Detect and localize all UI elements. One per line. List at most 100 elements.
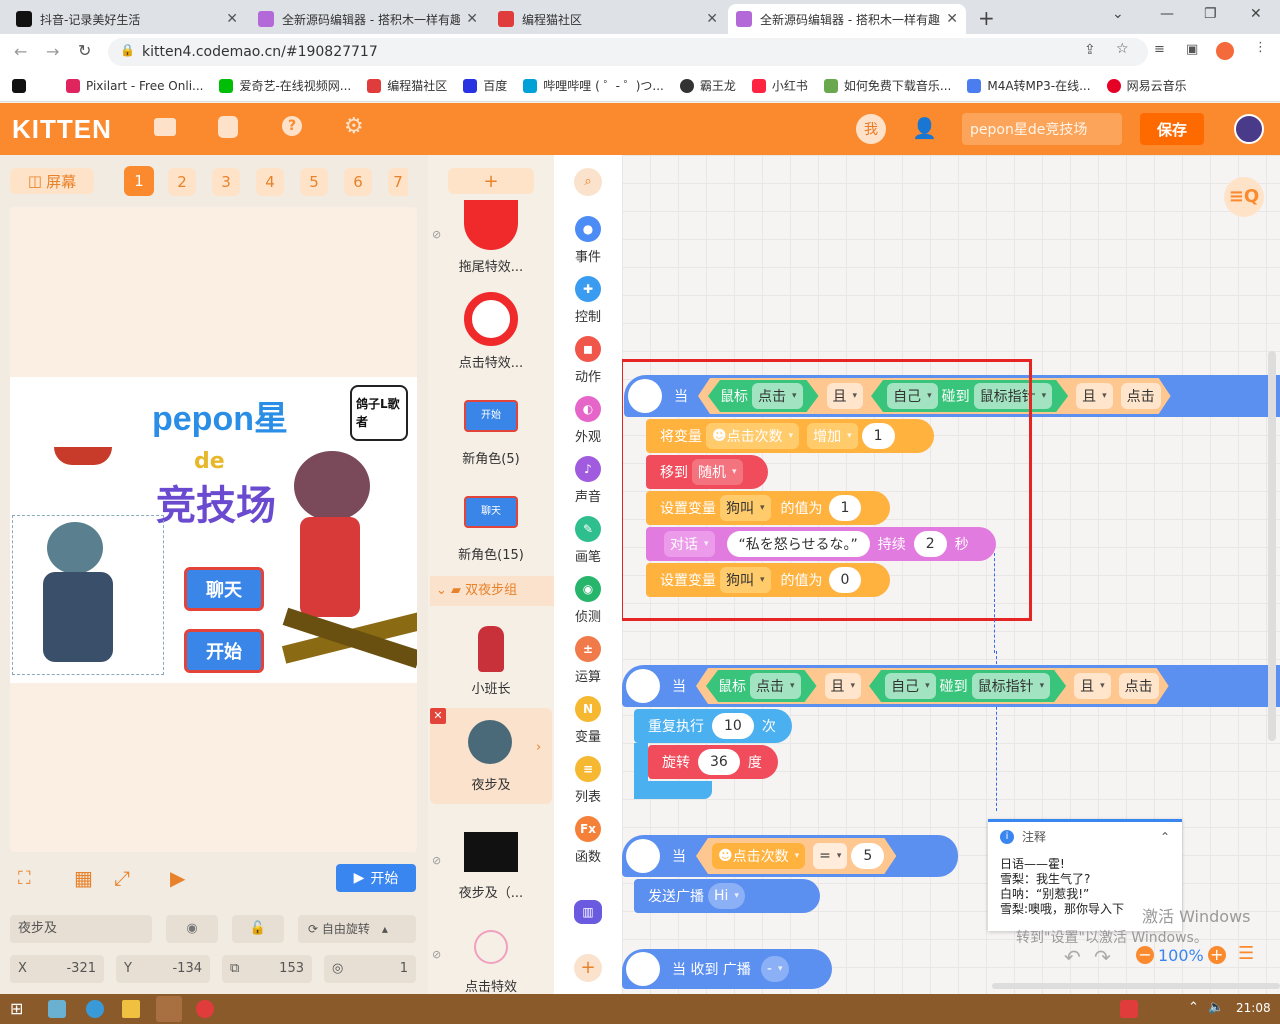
delete-sprite-icon[interactable]: ✕ xyxy=(430,708,446,724)
stage-chat-button[interactable]: 聊天 xyxy=(184,567,264,611)
horizontal-scrollbar[interactable] xyxy=(992,983,1280,989)
app-icon[interactable] xyxy=(48,1000,66,1018)
vertical-scrollbar[interactable] xyxy=(1268,351,1276,741)
new-tab-button[interactable]: + xyxy=(978,6,995,30)
sprite-item[interactable]: 开始 新角色(5) xyxy=(428,392,554,472)
compare-dropdown[interactable]: = ▾ xyxy=(813,843,847,869)
bookmark[interactable]: 网易云音乐 xyxy=(1106,77,1187,94)
screen-tab-5[interactable]: 5 xyxy=(300,168,328,196)
profile-icon[interactable] xyxy=(1216,42,1234,60)
compare-value-input[interactable]: 5 xyxy=(851,843,884,869)
stage-canvas[interactable]: pepon星 de 竞技场 鸽子L歌者 聊天 开始 xyxy=(10,207,417,852)
sprite-name-input[interactable]: 夜步及 xyxy=(10,915,152,943)
pointer-dropdown[interactable]: 鼠标指针 ▾ xyxy=(972,673,1051,699)
screen-tab-4[interactable]: 4 xyxy=(256,168,284,196)
category-1[interactable]: ✚ 控制 xyxy=(560,276,616,325)
tidy-icon[interactable]: ☰ xyxy=(1238,943,1254,964)
click-var[interactable]: 点击 xyxy=(1119,673,1159,699)
save-button[interactable]: 保存 xyxy=(1140,113,1204,145)
screen-tab-7[interactable]: 7 xyxy=(388,168,408,196)
windows-start-icon[interactable]: ⊞ xyxy=(10,999,23,1018)
file-explorer-icon[interactable] xyxy=(122,1000,140,1018)
bookmark[interactable]: 如何免费下载音乐... xyxy=(823,77,951,94)
settings-icon[interactable]: ⚙ xyxy=(344,114,364,139)
category-7[interactable]: ± 运算 xyxy=(560,636,616,685)
girl-sprite-body[interactable] xyxy=(300,517,360,617)
extension-icon[interactable]: ▥ xyxy=(574,900,602,924)
bookmark[interactable]: 小红书 xyxy=(751,77,808,94)
when-hat-block[interactable]: 当 ☻ 点击次数 ▾ = ▾ 5 xyxy=(622,835,958,877)
netease-icon[interactable] xyxy=(196,1000,214,1018)
sprite-group[interactable]: ⌄ ▰ 双夜步组 xyxy=(430,576,554,606)
volume-icon[interactable]: 🔈 xyxy=(1208,1000,1224,1015)
bookmark[interactable]: 编程猫社区 xyxy=(367,77,447,94)
stage-start-button[interactable]: 开始 xyxy=(184,629,264,673)
category-4[interactable]: ♪ 声音 xyxy=(560,456,616,505)
sprite-item[interactable]: ⊘ 点击特效 xyxy=(428,916,554,995)
category-3[interactable]: ◐ 外观 xyxy=(560,396,616,445)
share-icon[interactable]: ⇪ xyxy=(1084,42,1096,58)
sprite-item[interactable]: 聊天 新角色(15) xyxy=(428,488,554,568)
search-icon[interactable]: ⌕ xyxy=(574,168,602,196)
close-icon[interactable]: ✕ xyxy=(946,11,958,27)
zoom-out-icon[interactable]: − xyxy=(1136,946,1154,964)
screen-tab-6[interactable]: 6 xyxy=(344,168,372,196)
visibility-eye-icon[interactable]: ◉ xyxy=(166,915,218,943)
and-condition[interactable]: 鼠标 点击 ▾ 且 ▾ 自己 ▾ 碰到 鼠标指针 ▾ 且 ▾ 点击 xyxy=(696,668,1169,704)
add-collaborator-icon[interactable]: 👤 xyxy=(912,116,937,140)
size-field[interactable]: ⧉ 153 xyxy=(222,955,312,983)
tab-search-icon[interactable]: ⌄ xyxy=(1112,6,1124,22)
hidden-eye-icon[interactable]: ⊘ xyxy=(432,948,441,961)
degrees-input[interactable]: 36 xyxy=(698,749,740,775)
bookmark[interactable]: 哔哩哔哩 ( ゜- ゜)つ... xyxy=(523,77,664,94)
sprite-item[interactable]: ⊘ 夜步及（... xyxy=(428,820,554,902)
url-field[interactable]: 🔒 kitten4.codemao.cn/#190827717 ⇪ ☆ xyxy=(108,38,1148,66)
ime-icon[interactable] xyxy=(1120,1000,1138,1018)
code-workspace[interactable]: 当 鼠标 点击 ▾ 且 ▾ 自己 ▾ 碰到 鼠标指针 ▾ 且 ▾ 点击 将变量 ☻ 点击次数 ▾ 增加 ▾… xyxy=(622,155,1280,995)
zoom-in-icon[interactable]: + xyxy=(1207,946,1226,964)
boat-sprite[interactable] xyxy=(54,447,112,465)
browser-tab[interactable]: 全新源码编辑器 - 搭积木一样有趣 ✕ xyxy=(250,4,486,34)
screen-button[interactable]: ◫ 屏幕 xyxy=(10,168,94,194)
zoom-control[interactable]: −100% + xyxy=(1136,945,1232,965)
window-close-button[interactable]: ✕ xyxy=(1250,6,1262,22)
chrome-taskbar-button[interactable] xyxy=(156,996,182,1022)
bookmark[interactable]: 霸王龙 xyxy=(679,77,736,94)
browser-tab[interactable]: 编程猫社区 ✕ xyxy=(490,4,726,34)
message-dropdown[interactable]: Hi ▾ xyxy=(708,883,745,909)
rotate-block[interactable]: 旋转 36 度 xyxy=(648,745,778,779)
and-dropdown[interactable]: 且 ▾ xyxy=(825,673,862,699)
and-dropdown[interactable]: 且 ▾ xyxy=(1074,673,1111,699)
add-sprite-button[interactable]: + xyxy=(448,168,534,194)
lock-icon[interactable]: 🔓 xyxy=(232,915,284,943)
variable-dropdown[interactable]: ☻ 点击次数 ▾ xyxy=(712,843,805,869)
click-dropdown[interactable]: 点击 ▾ xyxy=(750,673,801,699)
close-icon[interactable]: ✕ xyxy=(706,11,718,27)
redo-icon[interactable]: ↷ xyxy=(1094,945,1111,969)
start-button[interactable]: ▶ 开始 xyxy=(336,864,416,892)
restore-button[interactable]: ❐ xyxy=(1204,6,1217,22)
search-blocks-icon[interactable]: ≡Q xyxy=(1224,177,1264,217)
close-icon[interactable]: ✕ xyxy=(466,11,478,27)
category-0[interactable]: ● 事件 xyxy=(560,216,616,265)
tiktok-bookmark-icon[interactable] xyxy=(12,78,26,93)
help-icon[interactable]: ? xyxy=(282,116,302,136)
y-field[interactable]: Y -134 xyxy=(116,955,210,983)
sprite-item[interactable]: 点击特效... xyxy=(428,288,554,371)
project-name-input[interactable]: pepon星de竞技场 xyxy=(962,113,1122,145)
chevron-right-icon[interactable]: › xyxy=(536,740,541,755)
direction-field[interactable]: ◎ 1 xyxy=(324,955,416,983)
sidebar-icon[interactable]: ▣ xyxy=(1186,42,1198,57)
selected-sprite-box[interactable] xyxy=(12,515,164,675)
bookmark[interactable]: 爱奇艺-在线视频网... xyxy=(219,77,351,94)
x-field[interactable]: X -321 xyxy=(10,955,104,983)
browser-tab-active[interactable]: 全新源码编辑器 - 搭积木一样有趣 ✕ xyxy=(728,4,966,34)
and-dropdown[interactable]: 且 ▾ xyxy=(1076,383,1113,409)
reload-icon[interactable]: ↻ xyxy=(78,41,91,60)
category-2[interactable]: ◼ 动作 xyxy=(560,336,616,385)
back-icon[interactable]: ← xyxy=(14,42,27,61)
media-icon[interactable]: ≡ xyxy=(1154,42,1165,57)
star-icon[interactable]: ☆ xyxy=(1116,41,1129,57)
browser-tab[interactable]: 抖音-记录美好生活 ✕ xyxy=(8,4,246,34)
category-10[interactable]: Fx 函数 xyxy=(560,816,616,865)
